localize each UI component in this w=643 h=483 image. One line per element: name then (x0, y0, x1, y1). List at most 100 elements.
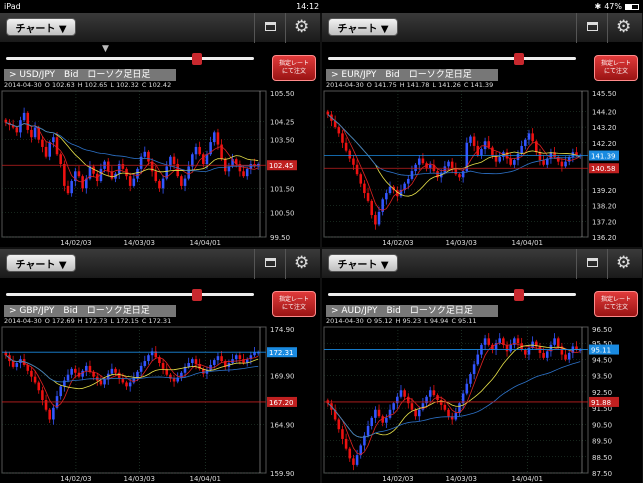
candle-body (527, 133, 531, 140)
candlestick-chart[interactable]: 14/02/03 14/03/03 14/04/01 145.50 144.20 143.… (322, 89, 642, 247)
y-tick-label: 145.50 (592, 90, 617, 98)
y-tick-label: 87.50 (592, 470, 612, 478)
currency-pair-label[interactable]: > AUD/JPY Bid ローソク足日足 (326, 305, 498, 317)
candlestick-chart[interactable]: 14/02/03 14/03/03 14/04/01174.90169.90164.… (0, 325, 320, 483)
slider-thumb[interactable] (191, 53, 202, 65)
rate-order-button[interactable]: 指定レート にて注文 (594, 55, 638, 81)
y-tick-label: 103.50 (270, 137, 295, 145)
candle-body (432, 390, 436, 396)
candle-body (355, 455, 359, 465)
candle-body (417, 158, 421, 165)
candle-body (77, 171, 81, 177)
candle-body (213, 360, 216, 365)
range-slider[interactable] (6, 293, 254, 296)
candlestick-chart[interactable]: 14/02/03 14/03/03 14/04/01 105.50 104.25 103.… (0, 89, 320, 247)
gear-icon[interactable]: ⚙ (616, 253, 631, 273)
slider-thumb[interactable] (513, 289, 524, 301)
ohlc-high: H 95.23 (395, 317, 422, 325)
candle-body (41, 139, 44, 147)
range-slider[interactable] (328, 293, 576, 296)
gear-icon[interactable]: ⚙ (616, 17, 631, 37)
candle-body (191, 359, 194, 364)
y-tick-label: 88.50 (592, 454, 612, 462)
chart-menu-button[interactable]: チャート ▼ (328, 254, 398, 272)
currency-pair-label[interactable]: > GBP/JPY Bid ローソク足日足 (4, 305, 176, 317)
toolbar-divider (254, 249, 255, 279)
panel-toolbar: チャート ▼ ⚙ (0, 13, 320, 43)
candle-body (370, 200, 373, 216)
ohlc-date: 2014-04-30 (326, 81, 364, 89)
rate-order-button[interactable]: 指定レート にて注文 (272, 55, 316, 81)
slider-thumb[interactable] (513, 53, 524, 65)
battery-icon (625, 3, 639, 10)
chart-menu-button[interactable]: チャート ▼ (328, 18, 398, 36)
candle-body (70, 181, 73, 194)
candle-body (377, 409, 381, 417)
candle-body (542, 352, 545, 358)
candle-body (85, 365, 88, 371)
ohlc-readout: 2014-04-30 O 141.75 H 141.78 L 141.26 C 141.… (326, 81, 496, 89)
y-tick-label: 138.20 (592, 203, 617, 211)
y-tick-label: 142.20 (592, 140, 617, 148)
window-icon[interactable] (587, 258, 598, 267)
device-name: iPad (4, 2, 21, 11)
candle-body (125, 382, 128, 387)
window-icon[interactable] (265, 258, 276, 267)
candle-body (531, 133, 534, 142)
ohlc-close: C 172.31 (141, 317, 172, 325)
x-tick-label: 14/03/03 (124, 239, 155, 247)
candle-body (33, 127, 37, 138)
rate-order-button[interactable]: 指定レート にて注文 (594, 291, 638, 317)
candle-body (491, 147, 494, 156)
range-slider[interactable] (328, 57, 576, 60)
x-tick-label: 14/03/03 (446, 239, 477, 247)
chart-panel: チャート ▼ ⚙ 指定レート にて注文 > AUD/JPY Bid ローソク足日足 201… (322, 249, 642, 483)
plot-area (323, 326, 589, 474)
candle-body (15, 363, 19, 367)
candle-body (567, 352, 571, 360)
y-tick-label: 89.50 (592, 438, 612, 446)
toolbar-divider (285, 13, 286, 43)
candle-body (545, 351, 549, 358)
candle-body (41, 390, 44, 400)
candle-body (132, 178, 136, 186)
candle-body (447, 161, 450, 167)
currency-pair-label[interactable]: > USD/JPY Bid ローソク足日足 (4, 69, 176, 81)
candle-body (209, 364, 212, 370)
panel-toolbar: チャート ▼ ⚙ (322, 13, 642, 43)
candle-body (458, 174, 461, 178)
candle-body (143, 151, 147, 157)
candle-body (348, 150, 352, 159)
candle-body (385, 193, 388, 200)
chart-menu-button[interactable]: チャート ▼ (6, 254, 76, 272)
candle-body (198, 146, 201, 155)
candle-body (542, 160, 545, 165)
slider-thumb[interactable] (191, 289, 202, 301)
candle-body (520, 145, 523, 154)
candle-body (63, 164, 66, 186)
candlestick-chart[interactable]: 14/02/03 14/03/03 14/04/0196.5095.5094.509… (322, 325, 642, 483)
toolbar-divider (607, 249, 608, 279)
down-arrow-icon: ▼ (102, 44, 109, 54)
gear-icon[interactable]: ⚙ (294, 253, 309, 273)
candle-body (114, 368, 117, 373)
currency-pair-label[interactable]: > EUR/JPY Bid ローソク足日足 (326, 69, 498, 81)
candle-body (92, 166, 95, 174)
y-tick-label: 92.50 (592, 389, 612, 397)
window-icon[interactable] (587, 22, 598, 31)
range-slider[interactable] (6, 57, 254, 60)
candle-body (66, 374, 70, 381)
window-icon[interactable] (265, 22, 276, 31)
chart-menu-button[interactable]: チャート ▼ (6, 18, 76, 36)
candle-body (183, 178, 187, 186)
gear-icon[interactable]: ⚙ (294, 17, 309, 37)
rate-order-button[interactable]: 指定レート にて注文 (272, 291, 316, 317)
candle-body (403, 390, 406, 397)
panel-toolbar: チャート ▼ ⚙ (322, 249, 642, 279)
candle-body (26, 112, 30, 130)
ohlc-close: C 95.11 (451, 317, 477, 325)
candle-body (410, 403, 414, 410)
price-tag-label: 141.39 (591, 153, 616, 161)
candle-body (417, 409, 421, 417)
candle-body (392, 403, 395, 410)
